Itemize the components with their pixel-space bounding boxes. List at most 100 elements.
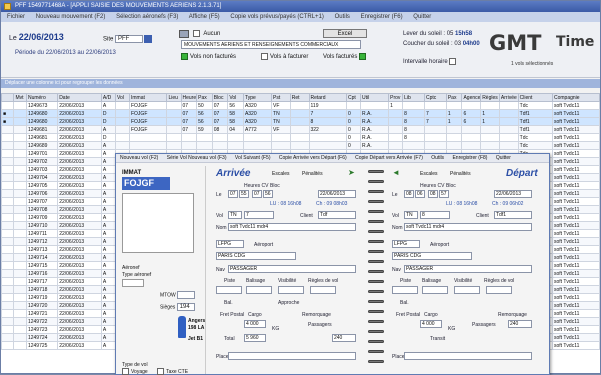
menu-affiche[interactable]: Affiche (F5) [189,14,220,20]
excel-button[interactable]: Excel [323,29,367,38]
periode-to[interactable]: 22/06/2013 [86,50,116,56]
arr-fret[interactable]: 4 000 [244,320,266,328]
report-select[interactable]: MOUVEMENTS AERIENS ET RENSEIGNEMENTS COM… [181,40,361,49]
arr-vol[interactable]: TN [228,211,242,219]
dep-vol[interactable]: TN [404,211,418,219]
site-dropdown-icon[interactable] [144,35,153,43]
table-row[interactable]: 1249689 22/06/2013 A 0 R.A. Tdc soft Tvdc11 [1,141,600,150]
arrivee-escales-tab[interactable]: Escales [272,171,290,177]
arr-client[interactable]: Tdf [318,211,356,219]
arr-nav[interactable]: PASSAGER [228,265,356,273]
aucun-checkbox[interactable] [193,30,200,37]
dep-nom[interactable]: soft Tvdc11 mdr4 [404,223,532,231]
periode-from[interactable]: 22/06/2013 [46,50,76,56]
arr-h2[interactable]: 07 [252,190,262,198]
gmt-toggle[interactable]: GMT [489,31,541,55]
dialog-menu-suivant[interactable]: Vol Suivant (F5) [235,155,271,161]
arr-nom[interactable]: soft Tvdc11 mdr4 [228,223,356,231]
arr-balisage-field[interactable] [246,286,272,294]
dep-m2[interactable]: 57 [439,190,449,198]
arr-m1[interactable]: 55 [239,190,249,198]
immat-listbox[interactable] [122,193,194,253]
arr-m2[interactable]: 56 [263,190,273,198]
menu-copie-vols[interactable]: Copie vols prévus/payés (CTRL+1) [230,14,324,20]
group-by-bar[interactable]: Déplacer une colonne ici pour regrouper … [1,79,600,88]
dep-vol-no[interactable]: 8 [420,211,450,219]
column-header[interactable]: Retard [308,93,347,102]
dep-visibilite-field[interactable] [454,286,480,294]
menu-outils[interactable]: Outils [335,14,350,20]
dep-dest-name[interactable]: PARIS CDG [392,252,472,260]
column-header[interactable]: Lieu [166,93,182,102]
date-value[interactable]: 22/06/2013 [19,32,64,42]
column-header[interactable]: Pax [445,93,463,102]
column-header[interactable]: Ret [289,93,310,102]
arr-piste-field[interactable] [216,286,242,294]
dep-m1[interactable]: 06 [415,190,425,198]
arr-visibilite-field[interactable] [278,286,304,294]
table-row[interactable]: ■ 1249680 22/06/2013 D FOJGF 07 56 07 58 A320 TN 8 0… [1,117,600,126]
dep-balisage-field[interactable] [422,286,448,294]
column-header[interactable]: Bloc [211,93,229,102]
menu-enregistrer[interactable]: Enregistrer (F6) [361,14,403,20]
menu-quitter[interactable]: Quitter [413,14,431,20]
depart-escales-tab[interactable]: Escales [420,171,438,177]
column-header[interactable]: Règles [480,93,500,102]
dep-h2[interactable]: 08 [428,190,438,198]
dialog-menu-nouveau[interactable]: Nouveau vol (F2) [120,155,158,161]
dialog-menu-copie-arr-dep[interactable]: Copie Arrivée vers Départ (F6) [279,155,347,161]
dialog-menu-enregistrer[interactable]: Enregistrer (F8) [452,155,487,161]
arr-date[interactable]: 22/06/2013 [318,190,356,198]
printer-icon[interactable] [179,30,189,38]
column-header[interactable]: Compagnie [552,93,600,102]
column-header[interactable]: Util [360,93,390,102]
table-row[interactable]: 1249681 22/06/2013 A FOJGF 07 59 08 04 A772 VF 322… [1,125,600,134]
mtow-field[interactable] [177,291,196,299]
site-field[interactable]: PFF [115,35,144,43]
table-row[interactable]: 1249681 22/06/2013 D 0 R.A. 8 Tdc soft Tvdc11 [1,133,600,142]
column-header[interactable]: Cptc [424,93,447,102]
column-header[interactable]: Pst [271,93,291,102]
column-header[interactable]: Prov [388,93,404,102]
menu-nouveau-mouvement[interactable]: Nouveau mouvement (F2) [36,14,106,20]
time-toggle[interactable]: Time [556,34,594,50]
dep-regles-field[interactable] [486,286,512,294]
arr-vol-no[interactable]: 7 [244,211,274,219]
sieges-field[interactable]: 194 [176,303,195,311]
a-facturer-checkbox[interactable] [261,53,268,60]
arr-total[interactable]: 5 960 [244,334,266,342]
non-factures-checkbox[interactable] [181,53,188,60]
type-aeronef-field[interactable] [122,279,144,287]
dep-h1[interactable]: 08 [404,190,414,198]
menu-selection-aeronefs[interactable]: Sélection aéronefs (F3) [116,14,178,20]
dep-client[interactable]: Tdf1 [494,211,532,219]
column-header[interactable]: Pax [196,93,213,102]
column-header[interactable]: Client [517,93,554,102]
table-row[interactable]: ■ 1249680 22/06/2013 D FOJGF 07 56 07 58 A320 TN 7 0… [1,109,600,118]
column-header[interactable]: Type [242,93,273,102]
interval-checkbox[interactable] [449,57,457,65]
dep-nav[interactable]: PASSAGER [404,265,532,273]
dep-pax[interactable]: 240 [508,320,532,328]
dialog-menu-outils[interactable]: Outils [431,155,444,161]
column-header[interactable]: Immat [128,93,168,102]
column-header[interactable] [1,93,15,102]
arrivee-penalites-tab[interactable]: Pénalités [302,171,323,177]
table-row[interactable]: 1249673 22/06/2013 A FOJGF 07 50 07 56 A320 VF 119… [1,101,600,110]
column-header[interactable]: Cpt [345,93,362,102]
dialog-menu-serie[interactable]: Série Vol Nouveau vol (F3) [167,155,227,161]
column-header[interactable]: Heure bloc [180,93,198,102]
dialog-menu-quitter[interactable]: Quitter [496,155,511,161]
factures-checkbox[interactable] [359,53,367,60]
dep-fret[interactable]: 4 000 [420,320,442,328]
immat-input[interactable]: FOJGF [122,177,170,190]
column-header[interactable]: Vol [114,93,130,102]
column-header[interactable]: Numéro [25,93,59,102]
column-header[interactable]: A/D [100,93,116,102]
dep-dest-code[interactable]: LFPG [392,240,420,248]
arr-h1[interactable]: 07 [228,190,238,198]
arr-pax[interactable]: 240 [332,334,356,342]
column-header[interactable]: Agence [461,93,482,102]
arr-prov-name[interactable]: PARIS CDG [216,252,296,260]
column-header[interactable]: Date [57,93,102,102]
